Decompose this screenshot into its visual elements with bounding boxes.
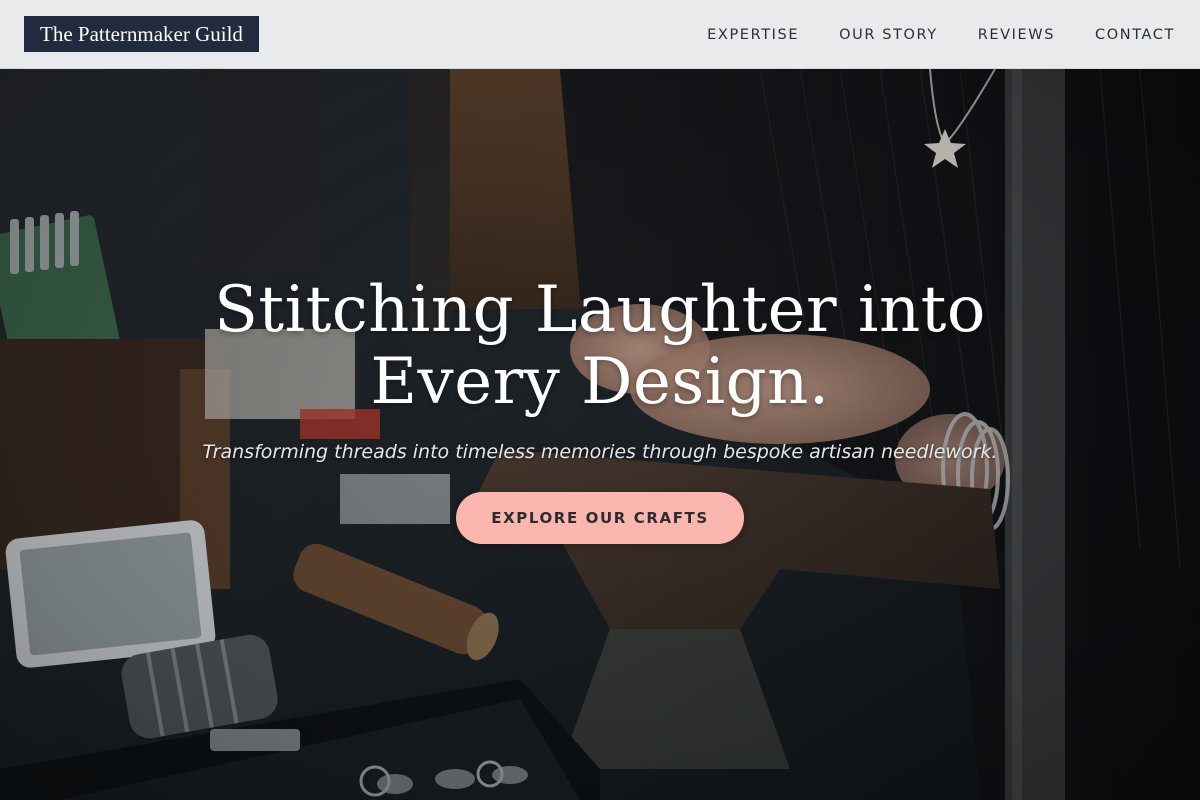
nav-link-contact[interactable]: CONTACT [1095, 27, 1175, 43]
hero-title: Stitching Laughter into Every Design. [100, 274, 1100, 418]
hero-title-line-1: Stitching Laughter into [214, 273, 986, 347]
nav-link-reviews[interactable]: REVIEWS [978, 27, 1055, 43]
page: The Patternmaker Guild EXPERTISE OUR STO… [0, 0, 1200, 800]
site-logo[interactable]: The Patternmaker Guild [24, 16, 259, 52]
site-header: The Patternmaker Guild EXPERTISE OUR STO… [0, 0, 1200, 69]
hero-section: Stitching Laughter into Every Design. Tr… [0, 69, 1200, 800]
explore-crafts-button[interactable]: EXPLORE OUR CRAFTS [456, 492, 744, 544]
hero-subtitle: Transforming threads into timeless memor… [202, 441, 998, 463]
nav-link-expertise[interactable]: EXPERTISE [707, 27, 799, 43]
hero-content: Stitching Laughter into Every Design. Tr… [0, 69, 1200, 800]
hero-title-line-2: Every Design. [370, 345, 830, 419]
main-nav: EXPERTISE OUR STORY REVIEWS CONTACT [707, 0, 1175, 69]
nav-link-our-story[interactable]: OUR STORY [839, 27, 938, 43]
